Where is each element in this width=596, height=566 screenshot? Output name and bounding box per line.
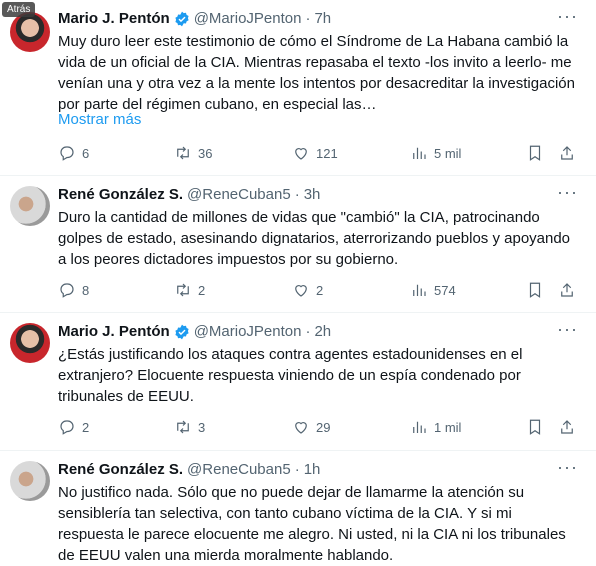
reply-button[interactable]: 2	[58, 418, 89, 436]
tweet-text: No justifico nada. Sólo que no puede dej…	[58, 484, 566, 564]
avatar[interactable]	[10, 461, 50, 501]
author-name[interactable]: René González S.	[58, 186, 183, 203]
timestamp[interactable]: 1h	[304, 461, 321, 478]
bookmark-button[interactable]	[526, 418, 544, 436]
timestamp[interactable]: 2h	[314, 323, 331, 340]
like-button[interactable]: 121	[292, 144, 338, 162]
author-name[interactable]: Mario J. Pentón	[58, 10, 170, 27]
reply-icon	[60, 146, 74, 161]
avatar[interactable]	[10, 323, 50, 363]
tweet-header: Mario J. Pentón @MarioJPenton · 2h	[58, 323, 331, 340]
tweet-3[interactable]: Mario J. Pentón @MarioJPenton · 2h ··· ¿…	[0, 313, 596, 451]
more-options-icon[interactable]: ···	[557, 182, 578, 203]
retweet-count: 2	[198, 282, 206, 298]
views-icon	[413, 284, 426, 296]
separator-dot: ·	[294, 186, 300, 203]
share-button[interactable]	[558, 281, 576, 299]
separator-dot: ·	[305, 323, 311, 340]
bookmark-icon	[529, 145, 541, 161]
action-bar: 6 36 121 5 mil	[58, 143, 582, 163]
verified-badge-icon	[175, 324, 189, 339]
avatar[interactable]	[10, 12, 50, 52]
like-button[interactable]: 29	[292, 418, 330, 436]
like-button[interactable]: 2	[292, 281, 323, 299]
views-button[interactable]: 574	[410, 281, 456, 299]
bookmark-icon	[529, 282, 541, 298]
author-handle[interactable]: @MarioJPenton	[194, 323, 302, 340]
separator-dot: ·	[294, 461, 300, 478]
tweet-4[interactable]: René González S. @ReneCuban5 · 1h ··· No…	[0, 451, 596, 564]
like-count: 121	[316, 145, 338, 161]
timestamp[interactable]: 7h	[314, 10, 331, 27]
author-handle[interactable]: @MarioJPenton	[194, 10, 302, 27]
retweet-button[interactable]: 36	[174, 144, 212, 162]
reply-icon	[60, 283, 74, 298]
retweet-icon	[177, 283, 189, 297]
views-count: 5 mil	[434, 145, 462, 161]
back-badge[interactable]: Atrás	[2, 2, 36, 17]
author-name[interactable]: René González S.	[58, 461, 183, 478]
reply-count: 2	[82, 419, 90, 435]
action-bar: 8 2 2 574	[58, 280, 582, 300]
share-button[interactable]	[558, 144, 576, 162]
tweet-header: René González S. @ReneCuban5 · 3h	[58, 186, 320, 203]
reply-count: 6	[82, 145, 90, 161]
author-handle[interactable]: @ReneCuban5	[187, 461, 291, 478]
share-button[interactable]	[558, 418, 576, 436]
views-count: 574	[434, 282, 456, 298]
tweet-2[interactable]: René González S. @ReneCuban5 · 3h ··· Du…	[0, 176, 596, 313]
share-icon	[561, 420, 573, 434]
retweet-button[interactable]: 3	[174, 418, 205, 436]
views-icon	[413, 147, 426, 159]
retweet-icon	[177, 420, 189, 434]
separator-dot: ·	[305, 10, 311, 27]
views-button[interactable]: 5 mil	[410, 144, 461, 162]
author-handle[interactable]: @ReneCuban5	[187, 186, 291, 203]
tweet-text: Muy duro leer este testimonio de cómo el…	[58, 33, 575, 113]
more-options-icon[interactable]: ···	[557, 457, 578, 478]
like-count: 29	[316, 419, 331, 435]
avatar[interactable]	[10, 186, 50, 226]
like-count: 2	[316, 282, 324, 298]
share-icon	[561, 283, 573, 297]
views-icon	[413, 421, 426, 433]
share-icon	[561, 146, 573, 160]
bookmark-button[interactable]	[526, 144, 544, 162]
tweet-text: ¿Estás justificando los ataques contra a…	[58, 346, 523, 405]
timestamp[interactable]: 3h	[304, 186, 321, 203]
reply-button[interactable]: 6	[58, 144, 89, 162]
heart-icon	[295, 422, 307, 434]
heart-icon	[295, 285, 307, 297]
views-button[interactable]: 1 mil	[410, 418, 461, 436]
bookmark-icon	[529, 419, 541, 435]
views-count: 1 mil	[434, 419, 462, 435]
tweet-header: Mario J. Pentón @MarioJPenton · 7h	[58, 10, 331, 27]
retweet-count: 3	[198, 419, 206, 435]
bookmark-button[interactable]	[526, 281, 544, 299]
retweet-icon	[177, 146, 189, 160]
reply-button[interactable]: 8	[58, 281, 89, 299]
retweet-button[interactable]: 2	[174, 281, 205, 299]
reply-icon	[60, 420, 74, 435]
author-name[interactable]: Mario J. Pentón	[58, 323, 170, 340]
heart-icon	[295, 148, 307, 160]
more-options-icon[interactable]: ···	[557, 6, 578, 27]
verified-badge-icon	[175, 11, 189, 26]
reply-count: 8	[82, 282, 90, 298]
tweet-1[interactable]: Mario J. Pentón @MarioJPenton · 7h ··· M…	[0, 0, 596, 176]
action-bar: 2 3 29 1 mil	[58, 417, 582, 437]
tweet-text: Duro la cantidad de millones de vidas qu…	[58, 209, 571, 268]
show-more-link[interactable]: Mostrar más	[58, 111, 141, 128]
more-options-icon[interactable]: ···	[557, 319, 578, 340]
tweet-header: René González S. @ReneCuban5 · 1h	[58, 461, 320, 478]
retweet-count: 36	[198, 145, 213, 161]
